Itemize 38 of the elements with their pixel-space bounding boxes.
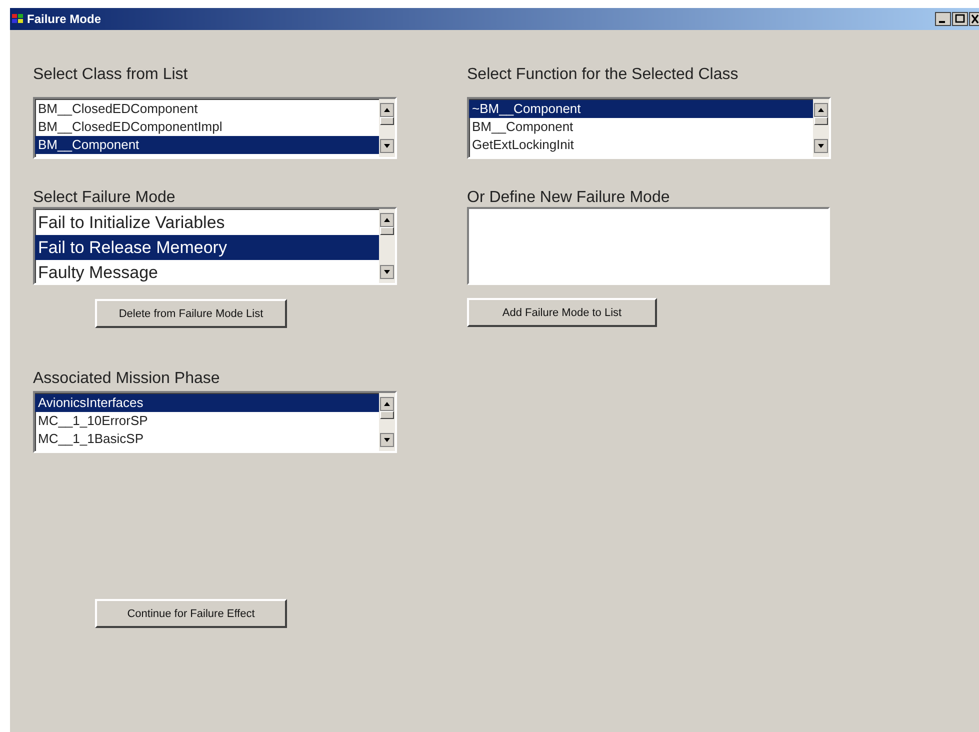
continue-button[interactable]: Continue for Failure Effect [95,599,287,628]
scrollbar-thumb[interactable] [380,227,394,235]
list-box[interactable]: Fail to Initialize Variables Fail to Release Memeory Faulty Message [33,207,397,285]
maximize-icon[interactable] [952,12,968,26]
list-item[interactable]: GetExtLockingInit [469,136,813,154]
field-label: Or Define New Failure Mode [467,189,670,207]
scrollbar[interactable] [379,99,395,157]
window-title: Failure Mode [27,12,102,26]
list-box[interactable]: BM__ClosedEDComponent BM__ClosedEDComponentImpl BM__Component [33,97,397,159]
list-item[interactable]: ~BM__Component [469,100,813,118]
list-item[interactable]: Fail to Initialize Variables [35,210,379,235]
scrollbar-thumb[interactable] [380,411,394,419]
scrollbar-thumb[interactable] [380,117,394,125]
field-label: Associated Mission Phase [33,370,220,388]
app-icon [12,13,24,25]
list-item[interactable]: BM__ClosedEDComponent [35,100,379,118]
scrollbar[interactable] [813,99,829,157]
list-item[interactable]: AvionicsInterfaces [35,394,379,412]
delete-button[interactable]: Delete from Failure Mode List [95,299,287,328]
list-box[interactable]: AvionicsInterfaces MC__1_10ErrorSP MC__1_1BasicSP [33,391,397,453]
list-item[interactable]: BM__Component [469,118,813,136]
minimize-icon[interactable] [935,12,951,26]
list-item[interactable]: Fail to Release Memeory [35,235,379,260]
field-label: Select Class from List [33,66,188,84]
list-item[interactable]: Faulty Message [35,260,379,285]
close-icon[interactable] [969,12,979,26]
text-area[interactable] [467,207,830,285]
list-box[interactable]: ~BM__Component BM__Component GetExtLockingInit [467,97,831,159]
scrollbar[interactable] [379,393,395,451]
list-item[interactable]: MC__1_10ErrorSP [35,412,379,430]
scrollbar[interactable] [379,209,395,283]
field-label: Select Failure Mode [33,189,176,207]
field-label: Select Function for the Selected Class [467,66,738,84]
list-item[interactable]: BM__Component [35,136,379,154]
scrollbar-thumb[interactable] [814,117,828,125]
list-item[interactable]: MC__1_1BasicSP [35,430,379,448]
list-item[interactable]: BM__ClosedEDComponentImpl [35,118,379,136]
add-button[interactable]: Add Failure Mode to List [467,298,657,327]
